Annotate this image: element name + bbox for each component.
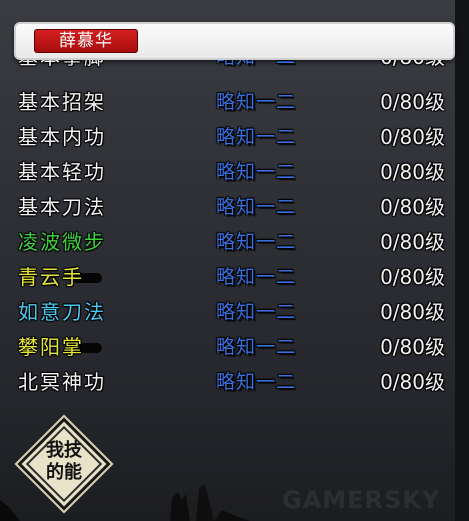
my-skills-label: 我技 的能 [18, 440, 110, 484]
skill-rank: 略知一二 [216, 126, 297, 148]
skill-rank: 略知一二 [216, 336, 297, 358]
skill-row[interactable]: 青云手 略知一二 0/80级 [0, 260, 455, 295]
skill-list[interactable]: 基本拳脚略知一二0/80级基本招架略知一二0/80级基本内功略知一二0/80级基… [0, 60, 455, 400]
my-skills-button[interactable]: 我技 的能 [17, 417, 111, 511]
skill-rank: 略知一二 [216, 301, 297, 323]
skill-rank: 略知一二 [216, 371, 297, 393]
skill-level: 0/80级 [380, 90, 445, 114]
watermark: GAMERSKY [282, 486, 441, 514]
skill-level: 0/80级 [380, 195, 445, 219]
skill-rank: 略知一二 [216, 196, 297, 218]
skill-rank: 略知一二 [216, 161, 297, 183]
skill-row[interactable]: 攀阳掌 略知一二 0/80级 [0, 330, 455, 365]
my-skills-label-line2: 的能 [46, 462, 82, 483]
character-name-tag: 薛慕华 [34, 29, 138, 53]
my-skills-label-line1: 我技 [46, 440, 82, 461]
scrollbar-track[interactable] [455, 0, 469, 521]
skill-row[interactable]: 基本轻功 略知一二 0/80级 [0, 155, 455, 190]
skill-row[interactable]: 如意刀法 略知一二 0/80级 [0, 295, 455, 330]
skill-name: 基本轻功 [18, 160, 106, 184]
skill-level: 0/80级 [380, 265, 445, 289]
skill-name: 基本刀法 [18, 195, 106, 219]
skill-row[interactable]: 基本招架 略知一二 0/80级 [0, 85, 455, 120]
skill-level: 0/80级 [380, 300, 445, 324]
skill-row[interactable]: 凌波微步 略知一二 0/80级 [0, 225, 455, 260]
skill-rank: 略知一二 [216, 60, 296, 75]
skill-rank: 略知一二 [216, 91, 297, 113]
skill-level: 0/80级 [380, 230, 445, 254]
skill-rank: 略知一二 [216, 231, 297, 253]
skill-row[interactable]: 北冥神功 略知一二 0/80级 [0, 365, 455, 400]
skill-screen: 薛慕华 基本拳脚略知一二0/80级基本招架略知一二0/80级基本内功略知一二0/… [0, 0, 469, 521]
skill-row[interactable]: 基本内功 略知一二 0/80级 [0, 120, 455, 155]
skill-level: 0/80级 [380, 125, 445, 149]
skill-level: 0/80级 [380, 60, 445, 75]
skill-level: 0/80级 [380, 160, 445, 184]
skill-name: 如意刀法 [18, 300, 106, 324]
character-header: 薛慕华 [14, 22, 455, 60]
skill-name: 基本拳脚 [18, 60, 106, 75]
skill-name: 北冥神功 [18, 370, 106, 394]
skill-name: 凌波微步 [18, 230, 106, 254]
skill-rank: 略知一二 [216, 266, 297, 288]
skill-name: 青云手 [18, 265, 84, 289]
skill-row[interactable]: 基本刀法 略知一二 0/80级 [0, 190, 455, 225]
skill-name: 基本招架 [18, 90, 106, 114]
skill-name: 基本内功 [18, 125, 106, 149]
skill-row[interactable]: 基本拳脚 略知一二 0/80级 [0, 60, 455, 75]
skill-level: 0/80级 [380, 335, 445, 359]
skill-name: 攀阳掌 [18, 335, 84, 359]
skill-level: 0/80级 [380, 370, 445, 394]
